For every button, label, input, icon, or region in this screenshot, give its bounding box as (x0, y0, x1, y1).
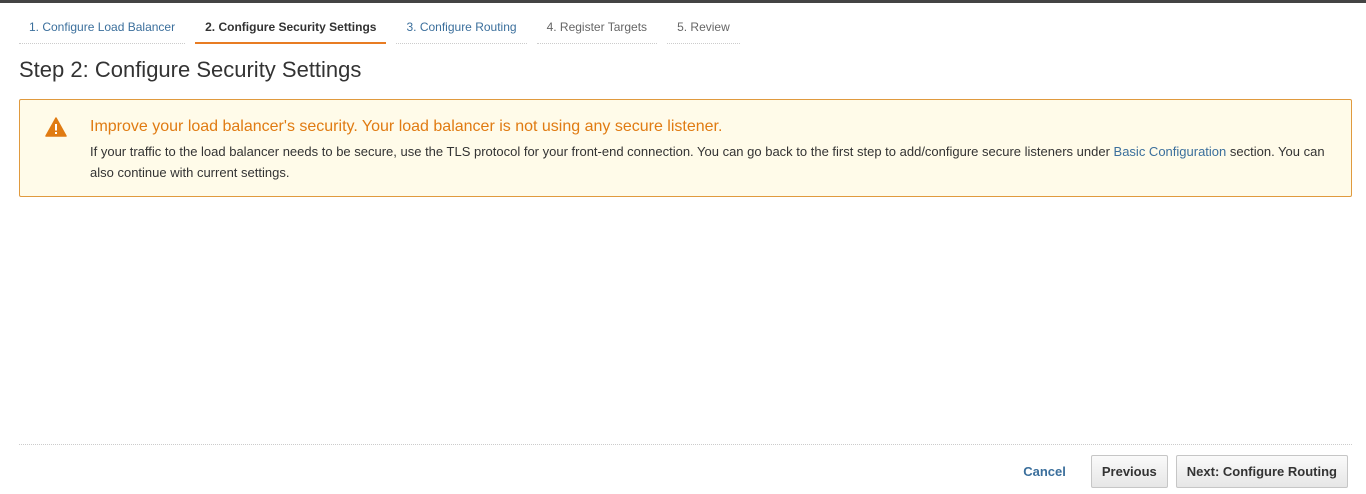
wizard-steps-nav: 1. Configure Load Balancer 2. Configure … (19, 14, 750, 44)
warning-icon (45, 117, 67, 137)
top-border (0, 0, 1366, 3)
page-title: Step 2: Configure Security Settings (19, 57, 362, 82)
previous-button[interactable]: Previous (1090, 455, 1168, 488)
alert-title: Improve your load balancer's security. Y… (90, 118, 723, 135)
tab-configure-load-balancer[interactable]: 1. Configure Load Balancer (19, 14, 186, 44)
wizard-footer: Cancel Previous Next: Configure Routing (1023, 455, 1348, 488)
cancel-button[interactable]: Cancel (1023, 464, 1066, 479)
tab-review[interactable]: 5. Review (667, 14, 740, 44)
alert-body: If your traffic to the load balancer nee… (90, 141, 1340, 183)
security-warning-alert: Improve your load balancer's security. Y… (19, 99, 1352, 197)
alert-body-text: If your traffic to the load balancer nee… (90, 144, 1114, 159)
tab-configure-security-settings[interactable]: 2. Configure Security Settings (195, 14, 387, 44)
footer-divider (19, 444, 1352, 445)
tab-configure-routing[interactable]: 3. Configure Routing (396, 14, 527, 44)
basic-configuration-link[interactable]: Basic Configuration (1114, 144, 1227, 159)
next-configure-routing-button[interactable]: Next: Configure Routing (1175, 455, 1348, 488)
tab-register-targets[interactable]: 4. Register Targets (536, 14, 658, 44)
